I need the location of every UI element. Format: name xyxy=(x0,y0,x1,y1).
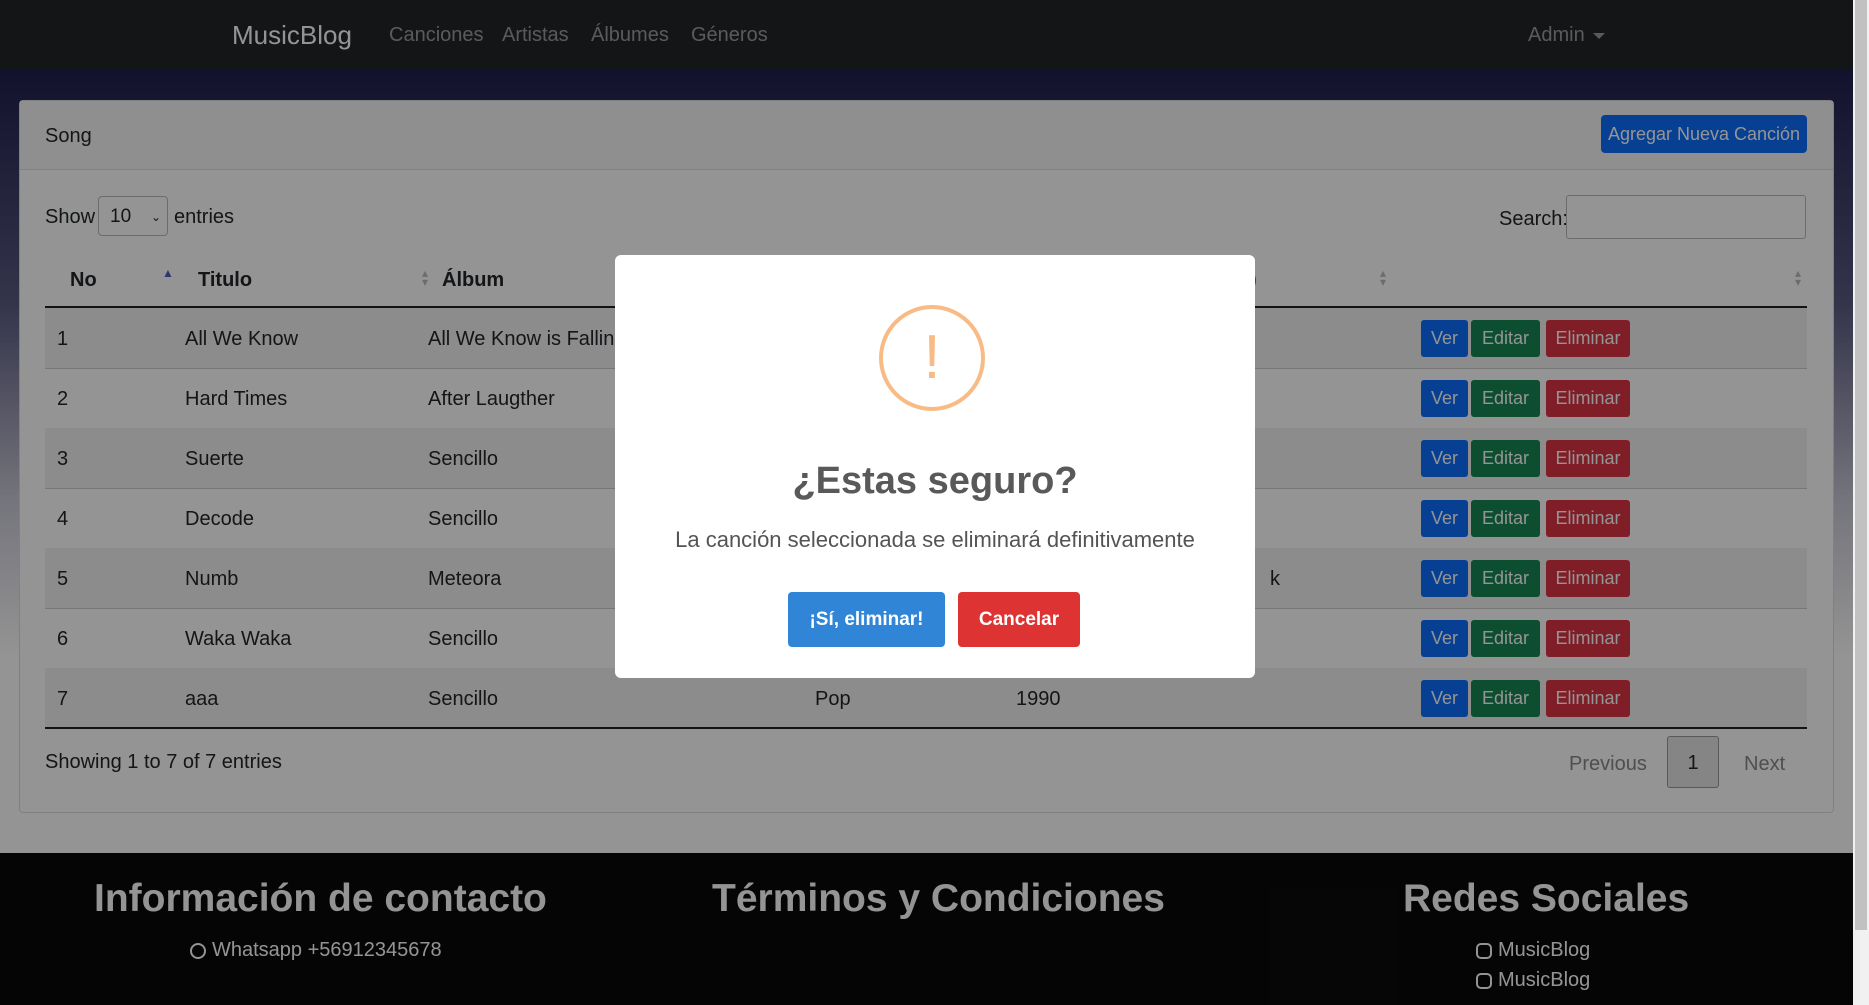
confirm-delete-dialog: ! ¿Estas seguro? La canción seleccionada… xyxy=(615,255,1255,678)
scrollbar-thumb[interactable] xyxy=(1855,0,1867,930)
cancel-button[interactable]: Cancelar xyxy=(958,592,1080,647)
dialog-message: La canción seleccionada se eliminará def… xyxy=(675,527,1195,552)
dialog-title: ¿Estas seguro? xyxy=(792,460,1078,502)
confirm-delete-button[interactable]: ¡Sí, eliminar! xyxy=(788,592,945,647)
warning-icon: ! xyxy=(879,305,985,411)
modal-backdrop-footer[interactable] xyxy=(0,853,1853,1005)
